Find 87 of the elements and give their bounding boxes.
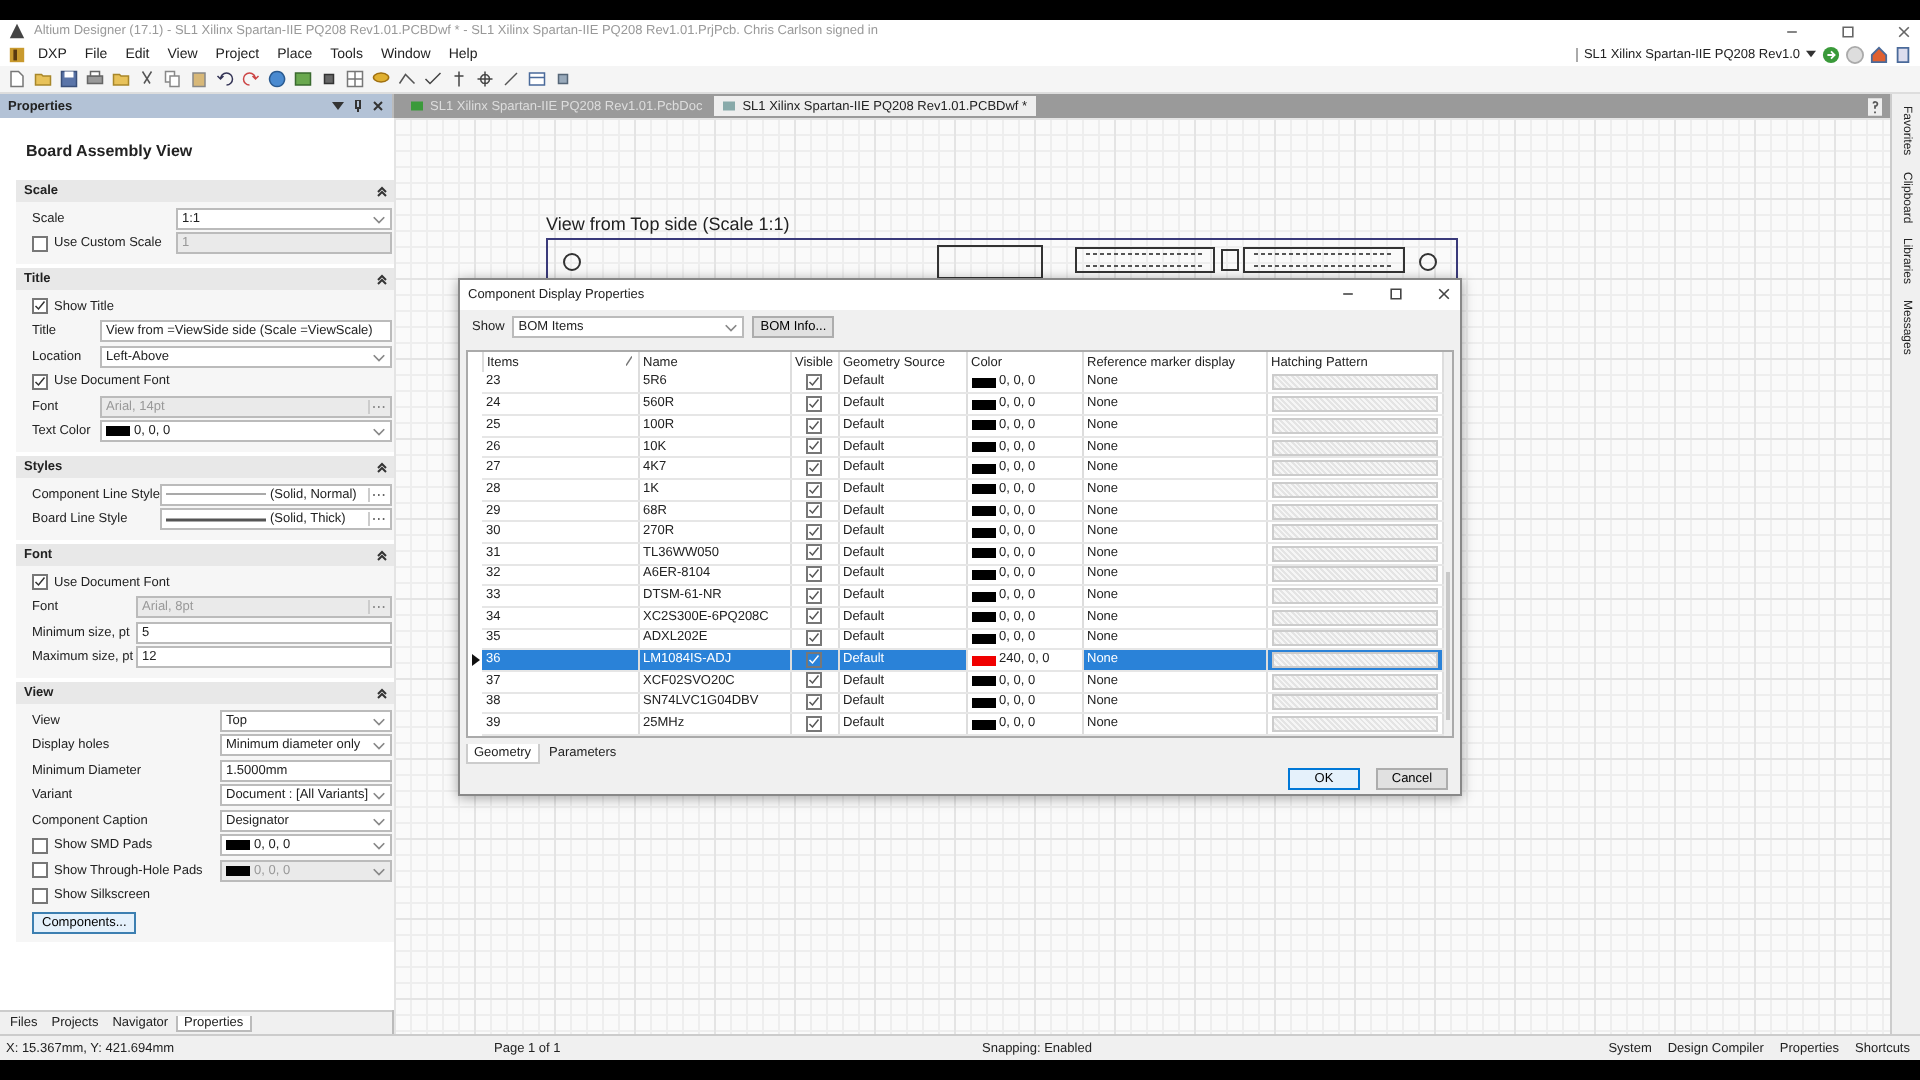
document-icon xyxy=(722,100,737,112)
caret-icon xyxy=(372,424,387,439)
caret-icon xyxy=(724,319,739,334)
checkbox[interactable] xyxy=(32,837,48,854)
caret-icon xyxy=(372,349,387,364)
close-icon[interactable] xyxy=(372,100,384,112)
visible-checkbox[interactable] xyxy=(806,523,822,540)
close-icon[interactable] xyxy=(1436,286,1452,303)
line-icon[interactable] xyxy=(398,70,416,88)
caret-icon xyxy=(1806,50,1816,58)
hatching-pattern-swatch[interactable] xyxy=(1271,417,1437,434)
new-file-icon[interactable] xyxy=(8,70,26,88)
hatching-pattern-swatch[interactable] xyxy=(1271,630,1437,647)
visible-checkbox[interactable] xyxy=(806,395,822,412)
hatching-pattern-swatch[interactable] xyxy=(1271,673,1437,690)
document-icon xyxy=(410,100,424,112)
hatching-pattern-swatch[interactable] xyxy=(1271,524,1437,541)
forward-icon[interactable] xyxy=(1822,45,1840,63)
checkbox[interactable] xyxy=(32,887,48,904)
maximize-icon[interactable] xyxy=(1388,286,1404,303)
hatching-pattern-swatch[interactable] xyxy=(1271,503,1437,520)
hatching-pattern-swatch[interactable] xyxy=(1271,460,1437,477)
more-icon[interactable] xyxy=(368,487,387,502)
save-icon[interactable] xyxy=(60,70,78,88)
hatching-pattern-swatch[interactable] xyxy=(1271,396,1437,413)
visible-checkbox[interactable] xyxy=(806,630,822,647)
hatching-pattern-swatch[interactable] xyxy=(1271,545,1437,562)
visible-checkbox[interactable] xyxy=(806,715,822,732)
collapse-icon[interactable] xyxy=(376,687,389,699)
view-title: View from Top side (Scale 1:1) xyxy=(546,214,790,234)
checkbox[interactable] xyxy=(32,574,48,591)
collapse-icon[interactable] xyxy=(376,461,389,473)
visible-checkbox[interactable] xyxy=(806,502,822,519)
chip-icon[interactable] xyxy=(320,70,338,88)
visible-checkbox[interactable] xyxy=(806,608,822,625)
document-icon[interactable] xyxy=(1894,45,1912,63)
more-icon[interactable] xyxy=(368,512,387,527)
redo-icon[interactable] xyxy=(242,70,260,88)
hatching-pattern-swatch[interactable] xyxy=(1271,566,1437,583)
grid-icon[interactable] xyxy=(346,70,364,88)
pencil-icon[interactable] xyxy=(502,70,520,88)
hatching-pattern-swatch[interactable] xyxy=(1271,588,1437,605)
dxp-logo-icon xyxy=(8,45,26,63)
visible-checkbox[interactable] xyxy=(806,481,822,497)
hatching-pattern-swatch[interactable] xyxy=(1271,694,1437,711)
visible-checkbox[interactable] xyxy=(806,566,822,583)
collapse-icon[interactable] xyxy=(376,185,389,197)
copy-icon[interactable] xyxy=(164,70,182,88)
collapse-icon[interactable] xyxy=(376,549,389,561)
scrollbar[interactable] xyxy=(1443,351,1452,736)
scissors-icon[interactable] xyxy=(138,70,156,88)
hatching-pattern-swatch[interactable] xyxy=(1271,374,1437,391)
checkbox[interactable] xyxy=(32,298,48,315)
hatching-pattern-swatch[interactable] xyxy=(1271,439,1437,456)
visible-checkbox[interactable] xyxy=(806,694,822,711)
row-pointer-icon xyxy=(471,654,479,667)
paste-icon[interactable] xyxy=(190,70,208,88)
hatching-pattern-swatch[interactable] xyxy=(1271,716,1437,733)
print-icon[interactable] xyxy=(86,70,104,88)
visible-checkbox[interactable] xyxy=(806,651,822,668)
hatching-pattern-swatch[interactable] xyxy=(1271,652,1437,669)
check-icon[interactable] xyxy=(424,70,442,88)
visible-checkbox[interactable] xyxy=(806,373,822,390)
board-icon[interactable] xyxy=(294,70,312,88)
undo-icon[interactable] xyxy=(216,70,234,88)
caret-icon xyxy=(372,211,387,226)
folder-icon[interactable] xyxy=(112,70,130,88)
hatching-pattern-swatch[interactable] xyxy=(1271,609,1437,626)
hatching-pattern-swatch[interactable] xyxy=(1271,481,1437,498)
sort-icon xyxy=(625,355,631,366)
help-icon[interactable] xyxy=(1868,97,1882,115)
collapse-icon[interactable] xyxy=(376,273,389,285)
dropdown-icon[interactable] xyxy=(332,100,344,112)
visible-checkbox[interactable] xyxy=(806,587,822,604)
visible-checkbox[interactable] xyxy=(806,672,822,689)
folder-icon[interactable] xyxy=(34,70,52,88)
panel-heading: Board Assembly View xyxy=(24,140,195,164)
visible-checkbox[interactable] xyxy=(806,544,822,561)
checkbox[interactable] xyxy=(32,373,48,390)
visible-checkbox[interactable] xyxy=(806,438,822,455)
crosshair-icon[interactable] xyxy=(476,70,494,88)
close-icon[interactable] xyxy=(1896,23,1912,39)
visible-checkbox[interactable] xyxy=(806,459,822,476)
visible-checkbox[interactable] xyxy=(806,417,822,434)
pin-icon[interactable] xyxy=(352,100,364,112)
maximize-icon[interactable] xyxy=(1840,23,1856,39)
table-icon[interactable] xyxy=(528,70,546,88)
